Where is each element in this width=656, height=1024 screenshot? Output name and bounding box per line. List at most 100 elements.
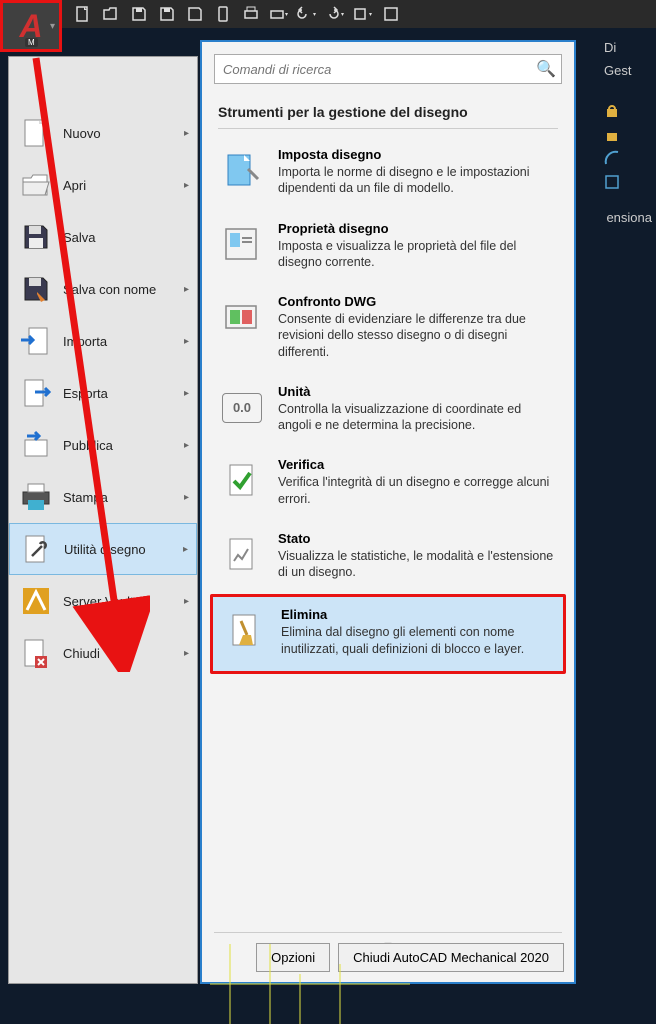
save-icon[interactable]	[126, 3, 152, 25]
save-disk-icon	[17, 218, 55, 256]
close-app-button[interactable]: Chiudi AutoCAD Mechanical 2020	[338, 943, 564, 972]
share-icon[interactable]	[350, 3, 376, 25]
menu-item-open[interactable]: Apri ▸	[9, 159, 197, 211]
save-as-disk-icon	[17, 270, 55, 308]
chevron-right-icon: ▸	[184, 336, 189, 347]
menu-item-print[interactable]: Stampa ▸	[9, 471, 197, 523]
submenu-item-audit[interactable]: Verifica Verifica l'integrità di un dise…	[210, 447, 566, 521]
menu-label: Esporta	[63, 386, 184, 401]
item-title: Verifica	[278, 457, 558, 472]
lock-icon-2[interactable]	[603, 125, 625, 147]
item-desc: Imposta e visualizza le proprietà del fi…	[278, 238, 558, 271]
divider	[218, 128, 558, 129]
menu-item-save[interactable]: Salva	[9, 211, 197, 263]
submenu-item-units[interactable]: 0.0 Unità Controlla la visualizzazione d…	[210, 374, 566, 448]
search-box: 🔍	[214, 54, 562, 84]
chevron-right-icon: ▸	[184, 128, 189, 139]
menu-label: Server Vault	[63, 594, 184, 609]
close-file-icon	[17, 634, 55, 672]
audit-icon	[218, 457, 266, 505]
properties-icon[interactable]	[378, 3, 404, 25]
submenu-item-drawing-properties[interactable]: Proprietà disegno Imposta e visualizza l…	[210, 211, 566, 285]
undo-icon[interactable]	[294, 3, 320, 25]
publish-icon	[17, 426, 55, 464]
new-icon[interactable]	[70, 3, 96, 25]
item-desc: Importa le norme di disegno e le imposta…	[278, 164, 558, 197]
chevron-right-icon: ▸	[184, 596, 189, 607]
printer-icon	[17, 478, 55, 516]
options-button[interactable]: Opzioni	[256, 943, 330, 972]
item-desc: Controlla la visualizzazione di coordina…	[278, 401, 558, 434]
menu-label: Apri	[63, 178, 184, 193]
dim-icon[interactable]	[603, 173, 625, 195]
chevron-down-icon: ▾	[50, 21, 55, 32]
vault-icon	[17, 582, 55, 620]
print-icon[interactable]	[238, 3, 264, 25]
chevron-right-icon: ▸	[184, 492, 189, 503]
open-folder-icon	[17, 166, 55, 204]
menu-label: Nuovo	[63, 126, 184, 141]
utilities-icon	[18, 530, 56, 568]
submenu-header: Strumenti per la gestione del disegno	[202, 96, 574, 124]
redo-icon[interactable]	[322, 3, 348, 25]
item-title: Elimina	[281, 607, 555, 622]
menu-item-save-as[interactable]: Salva con nome ▸	[9, 263, 197, 315]
item-desc: Elimina dal disegno gli elementi con nom…	[281, 624, 555, 657]
application-menu: Nuovo ▸ Apri ▸ Salva Salva con nome ▸ Im…	[8, 56, 198, 984]
compare-icon	[218, 294, 266, 342]
menu-label: Salva	[63, 230, 189, 245]
drawing-setup-icon	[218, 147, 266, 195]
item-title: Unità	[278, 384, 558, 399]
menu-label: Importa	[63, 334, 184, 349]
menu-label: Stampa	[63, 490, 184, 505]
purge-broom-icon	[221, 607, 269, 655]
properties-icon	[218, 221, 266, 269]
save-as-icon[interactable]	[154, 3, 180, 25]
search-icon[interactable]: 🔍	[536, 59, 556, 79]
application-menu-button[interactable]: A M ▾	[0, 0, 62, 52]
submenu-item-dwg-compare[interactable]: Confronto DWG Consente di evidenziare le…	[210, 284, 566, 374]
submenu-item-drawing-setup[interactable]: Imposta disegno Importa le norme di dise…	[210, 137, 566, 211]
print-dropdown-icon[interactable]	[266, 3, 292, 25]
status-icon	[218, 531, 266, 579]
chevron-right-icon: ▸	[184, 284, 189, 295]
menu-item-new[interactable]: Nuovo ▸	[9, 107, 197, 159]
bottom-button-row: Opzioni Chiudi AutoCAD Mechanical 2020	[256, 943, 564, 972]
item-title: Confronto DWG	[278, 294, 558, 309]
ribbon-icons-partial	[602, 100, 652, 196]
submenu-item-purge[interactable]: Elimina Elimina dal disegno gli elementi…	[210, 594, 566, 674]
item-desc: Consente di evidenziare le differenze tr…	[278, 311, 558, 360]
menu-label: Pubblica	[63, 438, 184, 453]
chevron-right-icon: ▸	[184, 440, 189, 451]
lock-icon[interactable]	[603, 101, 625, 123]
menu-item-server-vault[interactable]: Server Vault ▸	[9, 575, 197, 627]
menu-label: Salva con nome	[63, 282, 184, 297]
menu-item-import[interactable]: Importa ▸	[9, 315, 197, 367]
export-icon	[17, 374, 55, 412]
chevron-right-icon: ▸	[183, 544, 188, 555]
item-title: Imposta disegno	[278, 147, 558, 162]
new-file-icon	[17, 114, 55, 152]
item-desc: Verifica l'integrità di un disegno e cor…	[278, 474, 558, 507]
chevron-right-icon: ▸	[184, 648, 189, 659]
menu-item-export[interactable]: Esporta ▸	[9, 367, 197, 419]
item-desc: Visualizza le statistiche, le modalità e…	[278, 548, 558, 581]
menu-item-drawing-utilities[interactable]: Utilità disegno ▸	[9, 523, 197, 575]
device-icon[interactable]	[210, 3, 236, 25]
template-save-icon[interactable]	[182, 3, 208, 25]
search-input[interactable]	[214, 54, 562, 84]
import-icon	[17, 322, 55, 360]
menu-label: Chiudi	[63, 646, 184, 661]
submenu-scroll-area: Imposta disegno Importa le norme di dise…	[202, 137, 574, 932]
submenu-item-status[interactable]: Stato Visualizza le statistiche, le moda…	[210, 521, 566, 595]
chevron-right-icon: ▸	[184, 388, 189, 399]
open-icon[interactable]	[98, 3, 124, 25]
utilities-submenu: 🔍 Strumenti per la gestione del disegno …	[200, 40, 576, 984]
menu-item-close[interactable]: Chiudi ▸	[9, 627, 197, 679]
menu-item-publish[interactable]: Pubblica ▸	[9, 419, 197, 471]
arc-icon[interactable]	[603, 149, 625, 171]
mechanical-badge: M	[25, 38, 38, 47]
units-icon: 0.0	[218, 384, 266, 432]
item-title: Stato	[278, 531, 558, 546]
menu-label: Utilità disegno	[64, 542, 183, 557]
